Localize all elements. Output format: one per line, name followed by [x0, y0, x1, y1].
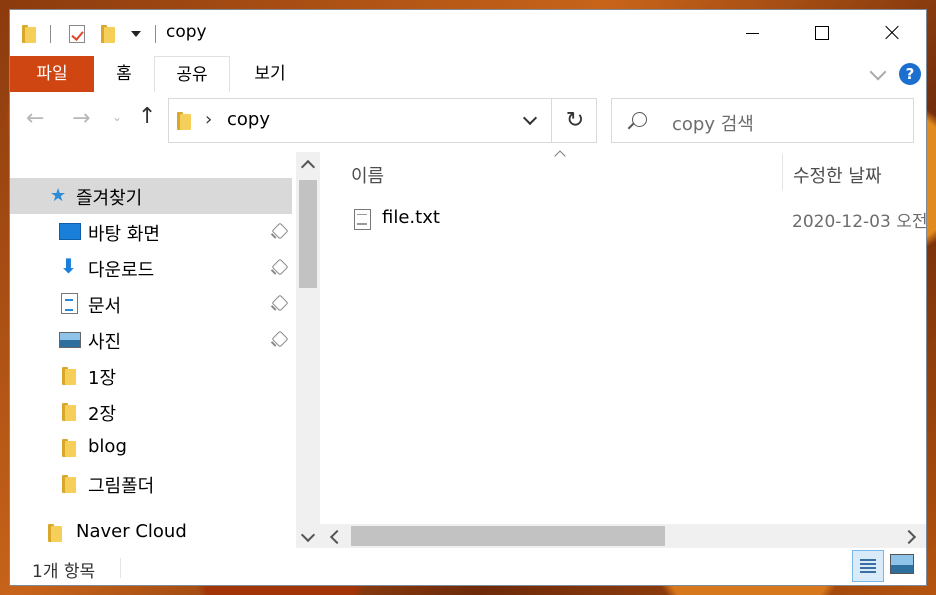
- file-explorer-window: copy 파일 홈 공유 보기 ? ← → ⌄ ↑ › copy ↻ copy …: [9, 9, 927, 586]
- sidebar-item-picture-folder[interactable]: 그림폴더: [10, 466, 292, 502]
- column-divider[interactable]: [782, 154, 783, 190]
- search-icon: [632, 112, 647, 127]
- close-button[interactable]: [857, 10, 926, 56]
- recent-locations-icon[interactable]: ⌄: [112, 110, 122, 124]
- navigation-pane: ★ 즐겨찾기 바탕 화면 ⬇ 다운로드 문서 사진 1장 2장 blog 그림폴…: [10, 152, 296, 548]
- pin-icon[interactable]: [271, 258, 289, 276]
- scroll-left-icon[interactable]: [329, 529, 345, 545]
- sidebar-item-downloads[interactable]: ⬇ 다운로드: [10, 250, 292, 286]
- search-input[interactable]: copy 검색: [611, 98, 914, 143]
- table-row[interactable]: file.txt 2020-12-03 오전: [320, 202, 927, 236]
- sidebar-item-quick-access[interactable]: ★ 즐겨찾기: [10, 178, 292, 214]
- ribbon-tabs: 파일 홈 공유 보기 ?: [10, 56, 926, 92]
- sidebar-item-label: 즐겨찾기: [76, 188, 143, 209]
- sidebar-scrollbar[interactable]: [296, 152, 320, 548]
- download-icon: ⬇: [60, 254, 77, 278]
- scroll-up-icon[interactable]: [300, 159, 316, 175]
- window-title: copy: [166, 22, 207, 42]
- chevron-right-icon[interactable]: ›: [205, 109, 212, 130]
- maximize-icon: [815, 26, 829, 40]
- quick-access-toolbar: [22, 22, 156, 46]
- desktop-icon: [59, 223, 81, 240]
- search-placeholder: copy 검색: [672, 114, 754, 135]
- sidebar-item-label: 그림폴더: [88, 476, 155, 497]
- file-name: file.txt: [382, 207, 440, 228]
- sidebar-item-label: blog: [88, 436, 127, 457]
- sidebar-item-pictures[interactable]: 사진: [10, 322, 292, 358]
- title-bar: copy: [10, 10, 926, 56]
- forward-arrow-icon[interactable]: →: [72, 106, 90, 131]
- expand-ribbon-icon[interactable]: [869, 63, 887, 81]
- sidebar-item-desktop[interactable]: 바탕 화면: [10, 214, 292, 250]
- pin-icon[interactable]: [271, 330, 289, 348]
- sidebar-item-blog[interactable]: blog: [10, 430, 292, 466]
- column-header-date[interactable]: 수정한 날짜: [793, 162, 882, 188]
- folder-icon: [177, 112, 191, 130]
- sidebar-item-label: 2장: [88, 404, 117, 425]
- customize-dropdown-icon[interactable]: [131, 31, 141, 37]
- maximize-button[interactable]: [787, 10, 857, 56]
- tab-view[interactable]: 보기: [230, 56, 310, 92]
- pin-icon[interactable]: [271, 294, 289, 312]
- folder-icon: [22, 25, 36, 43]
- sidebar-item-folder-2[interactable]: 2장: [10, 394, 292, 430]
- folder-icon: [62, 403, 76, 421]
- sidebar-item-documents[interactable]: 문서: [10, 286, 292, 322]
- sidebar-item-label: 바탕 화면: [88, 224, 160, 245]
- sidebar-item-label: 1장: [88, 368, 117, 389]
- tab-file[interactable]: 파일: [10, 56, 94, 92]
- horizontal-scrollbar[interactable]: [320, 524, 926, 548]
- folder-icon: [62, 367, 76, 385]
- document-icon: [61, 293, 78, 314]
- status-bar: 1개 항목: [10, 550, 926, 585]
- properties-icon[interactable]: [69, 25, 85, 43]
- tab-share[interactable]: 공유: [154, 56, 230, 92]
- tab-home[interactable]: 홈: [94, 56, 154, 92]
- file-date: 2020-12-03 오전: [792, 212, 927, 232]
- chevron-down-icon[interactable]: [522, 110, 538, 126]
- minimize-icon: [745, 32, 759, 34]
- folder-icon: [62, 439, 76, 457]
- scrollbar-thumb[interactable]: [299, 180, 317, 288]
- separator: [50, 25, 51, 43]
- breadcrumb-copy[interactable]: copy: [227, 109, 270, 130]
- sidebar-item-label: 사진: [88, 332, 122, 353]
- details-view-icon[interactable]: [852, 550, 884, 582]
- sidebar-item-label: 문서: [88, 296, 122, 317]
- star-icon: ★: [50, 185, 67, 206]
- separator: [120, 558, 121, 578]
- separator: [155, 25, 156, 43]
- sidebar-item-naver-cloud[interactable]: Naver Cloud: [10, 515, 292, 548]
- column-header-name[interactable]: 이름: [351, 162, 384, 188]
- item-count: 1개 항목: [32, 562, 96, 582]
- back-arrow-icon[interactable]: ←: [26, 106, 44, 131]
- close-icon: [884, 25, 900, 41]
- sidebar-item-label: Naver Cloud: [76, 521, 187, 542]
- large-icons-view-icon[interactable]: [890, 554, 914, 574]
- navigation-bar: ← → ⌄ ↑ › copy ↻ copy 검색: [10, 92, 926, 148]
- cloud-folder-icon: [48, 524, 62, 542]
- sidebar-item-label: 다운로드: [88, 260, 155, 281]
- help-icon[interactable]: ?: [899, 63, 921, 85]
- sort-ascending-icon: [554, 150, 566, 162]
- scroll-right-icon[interactable]: [901, 529, 917, 545]
- scrollbar-thumb[interactable]: [351, 526, 665, 546]
- address-bar[interactable]: › copy ↻: [168, 98, 597, 143]
- scroll-down-icon[interactable]: [300, 527, 316, 543]
- folder-icon: [62, 475, 76, 493]
- refresh-icon[interactable]: ↻: [551, 99, 598, 142]
- pin-icon[interactable]: [271, 222, 289, 240]
- minimize-button[interactable]: [717, 10, 787, 56]
- picture-icon: [59, 332, 81, 348]
- sidebar-item-folder-1[interactable]: 1장: [10, 358, 292, 394]
- up-arrow-icon[interactable]: ↑: [138, 104, 156, 129]
- file-list: 이름 수정한 날짜 file.txt 2020-12-03 오전: [320, 150, 927, 548]
- new-folder-icon[interactable]: [101, 25, 115, 43]
- text-file-icon: [354, 209, 371, 230]
